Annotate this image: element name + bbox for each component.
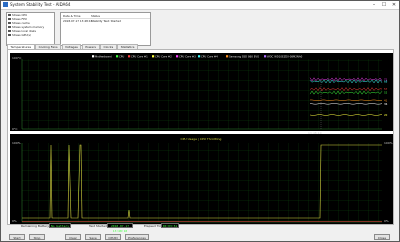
- legend-checkbox[interactable]: [198, 55, 201, 58]
- legend-label: CPU: [119, 54, 124, 58]
- temp-y-max-label: 100°C: [12, 56, 21, 60]
- stop-button[interactable]: Stop: [29, 234, 45, 240]
- maximize-button[interactable]: ☐: [379, 1, 389, 9]
- remaining-battery-value: No battery: [49, 223, 71, 228]
- cpuid-button[interactable]: CPUID: [105, 234, 121, 240]
- legend-checkbox[interactable]: [152, 55, 155, 58]
- log-row-status: Stability Test: Started: [91, 19, 122, 23]
- graphs-panel: Motherboard CPU CPU Core #1 CPU Core #2 CPU …: [7, 49, 394, 225]
- window-title: System Stability Test - AIDA64: [10, 2, 71, 7]
- stability-test-window: System Stability Test - AIDA64 – ☐ ✕ Str…: [0, 0, 400, 242]
- stress-options-list: Stress CPU Stress FPU Stress cache Stres…: [6, 12, 55, 46]
- elapsed-time-value: 00:03:51: [161, 223, 179, 228]
- legend-label: CPU Core #2: [155, 54, 172, 58]
- legend-checkbox[interactable]: [264, 55, 267, 58]
- legend-checkbox[interactable]: [116, 55, 119, 58]
- log-row-time: 2018.07.17 13:48:10: [63, 19, 93, 23]
- status-log-table: Date & Time Status 2018.07.17 13:48:10 S…: [60, 12, 151, 46]
- start-button[interactable]: Start: [9, 234, 25, 240]
- legend-checkbox[interactable]: [226, 55, 229, 58]
- cpu-right-max-label: 100%: [384, 141, 393, 145]
- cpu-usage-grid: [22, 143, 382, 222]
- test-started-label: Test Started:: [89, 224, 108, 228]
- preferences-button[interactable]: Preferences: [125, 234, 149, 240]
- legend-label: CPU Core #4: [201, 54, 218, 58]
- temperature-value-label: 20: [384, 113, 388, 117]
- legend-label: WDC WD10EZEX-08M2NA0: [267, 54, 303, 58]
- option-label: Stress GPU(s): [12, 33, 32, 37]
- close-button[interactable]: Close: [374, 234, 390, 240]
- cpu-usage-title: CPU Usage | CPU Throttling: [181, 137, 222, 141]
- legend-checkbox[interactable]: [128, 55, 131, 58]
- checkbox[interactable]: [8, 17, 11, 21]
- app-icon: [3, 2, 8, 7]
- legend-label: CPU Core #1: [131, 54, 148, 58]
- checkbox[interactable]: [8, 29, 11, 33]
- close-window-button[interactable]: ✕: [389, 1, 399, 9]
- checkbox[interactable]: [8, 21, 11, 25]
- stress-gpu-option[interactable]: Stress GPU(s): [7, 33, 54, 37]
- temp-y-min-label: 0°C: [12, 127, 18, 131]
- checkbox[interactable]: [8, 25, 11, 29]
- checkbox[interactable]: [8, 13, 11, 17]
- clear-button[interactable]: Clear: [65, 234, 81, 240]
- temperature-value-label: 52: [384, 91, 388, 95]
- checkbox[interactable]: [8, 33, 11, 37]
- temperature-value-label: 36: [384, 102, 388, 106]
- legend-checkbox[interactable]: [92, 55, 95, 58]
- legend-label: CPU Core #3: [179, 54, 196, 58]
- legend-label: Samsung SSD 860 EVO: [229, 54, 259, 58]
- remaining-battery-label: Remaining Battery:: [21, 224, 50, 228]
- test-started-value: 2018.07.17 13:48:10: [107, 223, 133, 233]
- temperature-value-label: 57: [384, 87, 388, 91]
- temperature-value-label: 41: [384, 98, 388, 102]
- minimize-button[interactable]: –: [369, 1, 379, 9]
- title-bar: System Stability Test - AIDA64 – ☐ ✕: [1, 1, 399, 10]
- temperature-value-label: 68: [384, 79, 388, 83]
- bottom-status-area: Remaining Battery: No battery Test Start…: [1, 221, 399, 241]
- legend-checkbox[interactable]: [176, 55, 179, 58]
- legend-label: Motherboard: [95, 54, 112, 58]
- temperature-grid: [22, 59, 382, 129]
- temperature-graph: Motherboard CPU CPU Core #1 CPU Core #2 CPU …: [10, 53, 393, 135]
- cpu-usage-graph: CPU Usage | CPU Throttling 100% 0% 100% …: [10, 134, 393, 224]
- save-button[interactable]: Save: [85, 234, 101, 240]
- cpu-y-max-label: 100%: [12, 141, 21, 145]
